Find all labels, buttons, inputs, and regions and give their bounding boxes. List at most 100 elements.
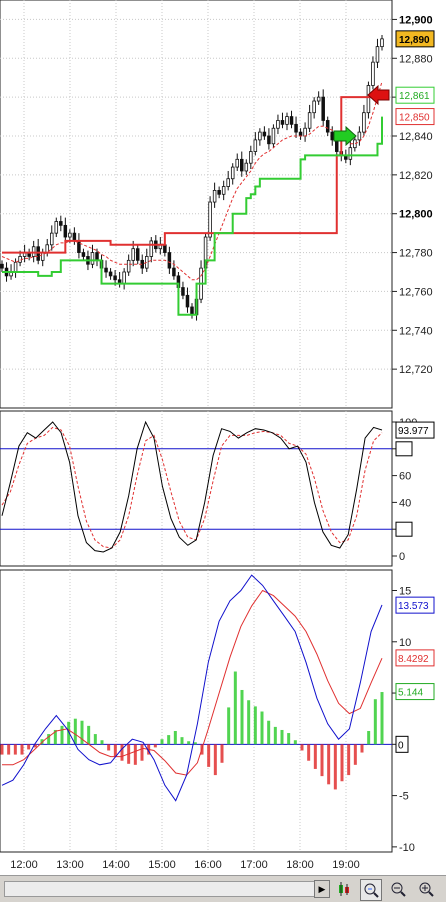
macd-histogram-bar [93,734,97,745]
candle-body [253,139,258,152]
stoch-tick-label: 60 [399,471,411,483]
macd-histogram-bar [180,737,184,745]
price-tick-label: 12,740 [399,325,433,337]
candle-body [221,186,226,195]
macd-histogram-bar [13,744,17,755]
candle-body [108,271,113,277]
macd-histogram-bar [367,730,371,745]
macd-histogram-bar [333,744,337,790]
candle-body [40,252,45,261]
price-tick-label: 12,800 [399,209,433,221]
candle-body [167,252,172,269]
macd-histogram-bar [60,725,64,745]
macd-histogram-bar [260,711,264,745]
zoom-fit-icon[interactable] [360,879,382,901]
macd-value-label: 13.573 [398,601,429,612]
candle-body [13,261,18,273]
candle-body [63,224,68,238]
price-tick-label: 12,720 [399,364,433,376]
macd-histogram-bar [100,740,104,745]
candle-body [258,131,262,141]
candle-body [113,275,117,281]
candle-body [90,252,95,265]
macd-histogram-bar [207,744,211,767]
candle-body [68,232,72,238]
stoch-value-label: 93.977 [398,426,429,437]
candle-body [226,178,230,187]
candlestick-icon[interactable] [334,879,354,899]
time-axis-label: 12:00 [10,859,38,871]
macd-histogram-bar [213,744,217,776]
time-axis-label: 16:00 [194,859,222,871]
candle-body [294,123,298,133]
macd-histogram-bar [20,744,24,755]
candle-body [307,112,312,129]
price-tick-label: 12,820 [399,170,433,182]
candle-body [81,252,86,257]
candle-body [190,306,194,316]
candle-body [325,120,330,133]
macd-histogram-bar [353,744,357,765]
candle-body [298,131,303,137]
candle-body [45,244,49,253]
candle-body [240,158,244,172]
scroll-right-button[interactable]: ▶ [314,880,330,898]
candle-body [172,267,176,277]
candle-body [321,96,325,121]
macd-tick-label: -5 [399,791,409,803]
candle-body [371,61,375,86]
stoch-reference-badge [395,521,413,537]
candle-body [280,120,285,125]
price-tick-label: 12,760 [399,286,433,298]
candle-body [276,120,280,129]
macd-histogram-bar [193,742,197,745]
candle-body [244,162,249,172]
macd-histogram-bar [280,729,284,745]
macd-histogram-bar [140,744,144,761]
candle-body [289,116,294,125]
horizontal-scrollbar[interactable] [4,881,324,897]
macd-histogram-bar [360,744,364,753]
candle-body [230,166,235,180]
candle-body [271,127,276,145]
macd-histogram-bar [73,718,77,745]
candle-body [303,127,307,137]
candle-body [348,147,353,160]
macd-histogram-bar [27,744,31,750]
candle-body [54,221,59,234]
macd-histogram-bar [80,720,84,745]
macd-histogram-bar [267,720,271,745]
candle-body [50,232,54,246]
time-axis-label: 19:00 [332,859,360,871]
time-axis-label: 13:00 [56,859,84,871]
macd-histogram-bar [133,744,137,765]
current-price-label: 12,890 [399,35,430,46]
candle-body [375,46,380,63]
candle-body [185,294,190,308]
candle-body [285,116,289,125]
candle-body [249,151,253,164]
candle-body [95,252,99,261]
candle-body [316,96,321,102]
zoom-out-icon[interactable] [388,879,408,899]
macd-histogram-bar [113,744,117,757]
stoch-tick-label: 40 [399,497,411,509]
candle-body [135,248,140,261]
macd-tick-label: 15 [399,586,411,598]
time-axis-label: 15:00 [148,859,176,871]
macd-histogram-bar [327,744,331,785]
candle-body [212,189,217,203]
candle-body [104,267,108,273]
macd-histogram-bar [300,744,304,751]
candle-body [267,135,271,145]
candle-body [77,240,81,253]
candle-body [380,38,384,48]
red-level-label: 12,850 [399,113,430,124]
candle-body [335,139,339,152]
macd-histogram-bar [373,699,377,745]
zoom-in-icon[interactable] [416,879,436,899]
time-axis-label: 18:00 [286,859,314,871]
price-tick-label: 12,840 [399,131,433,143]
macd-value-label: 0 [398,740,404,751]
candle-body [122,271,126,285]
